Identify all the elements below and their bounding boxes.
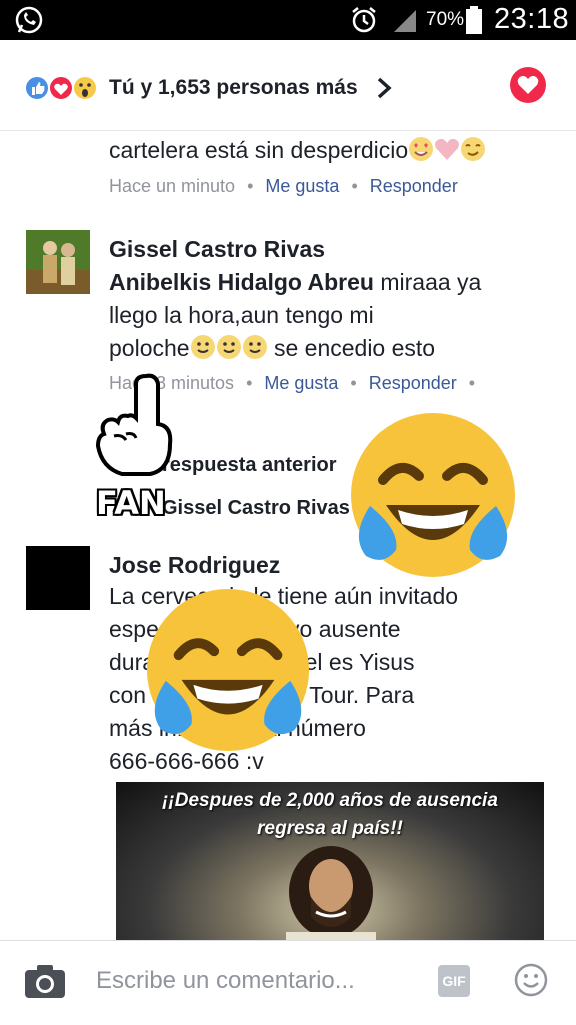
heart-eyes-emoji-icon: [409, 137, 434, 161]
comment-image[interactable]: ¡¡Despues de 2,000 años de ausencia regr…: [116, 782, 544, 942]
comment-composer: Escribe un comentario... GIF: [0, 940, 576, 1025]
alarm-icon: [352, 7, 376, 33]
love-reaction-icon: [48, 75, 74, 101]
battery-icon: [466, 6, 482, 34]
comment-author[interactable]: Jose Rodriguez: [109, 552, 280, 579]
reactions-summary[interactable]: Tú y 1,653 personas más: [109, 76, 358, 100]
reply-link[interactable]: Responder: [370, 176, 458, 196]
avatar[interactable]: [26, 546, 90, 610]
gif-button[interactable]: GIF: [438, 965, 470, 997]
avatar[interactable]: [26, 230, 90, 294]
slight-smile-emoji-icon: [190, 335, 215, 359]
reaction-icons: [24, 75, 98, 101]
like-link[interactable]: Me gusta: [265, 176, 339, 196]
emoji-picker-icon[interactable]: [514, 963, 548, 997]
jesus-figure-image: [286, 846, 376, 942]
status-bar: 70% 23:18: [0, 0, 576, 40]
comment-text: Anibelkis Hidalgo Abreu miraaa ya llego …: [109, 269, 482, 361]
fan-sticker-label: FAN: [96, 484, 166, 522]
tears-of-joy-emoji-icon: [351, 413, 515, 577]
signal-icon: [394, 10, 416, 32]
chevron-right-icon[interactable]: [374, 76, 394, 100]
reply-link[interactable]: Responder: [369, 373, 457, 393]
heart-emoji-icon: [435, 138, 460, 160]
slight-smile-emoji-icon: [216, 335, 241, 359]
heart-icon: [517, 75, 539, 94]
comment-text: cartelera está sin desperdicio: [109, 134, 539, 167]
comment-meta: Hace un minuto • Me gusta • Responder: [109, 176, 458, 196]
wow-reaction-icon: [72, 75, 98, 101]
foam-finger-icon: [96, 373, 173, 476]
view-previous-replies[interactable]: respuesta anterior: [162, 454, 337, 477]
slight-smile-emoji-icon: [242, 335, 267, 359]
like-link[interactable]: Me gusta: [264, 373, 338, 393]
tears-of-joy-emoji-icon: [146, 588, 310, 752]
comment-author[interactable]: Gissel Castro Rivas: [109, 236, 325, 263]
like-reaction-icon: [24, 75, 50, 101]
comment-input[interactable]: Escribe un comentario...: [96, 967, 355, 995]
mention-link[interactable]: Anibelkis Hidalgo Abreu: [109, 269, 374, 295]
love-reaction-button[interactable]: [510, 67, 546, 103]
battery-percent: 70%: [426, 9, 465, 30]
reply-author[interactable]: Gissel Castro Rivas: [162, 497, 350, 520]
smirk-emoji-icon: [461, 137, 486, 161]
camera-icon[interactable]: [24, 963, 66, 999]
reactions-header[interactable]: Tú y 1,653 personas más: [0, 40, 576, 131]
whatsapp-icon: [15, 6, 43, 34]
clock: 23:18: [494, 3, 570, 35]
